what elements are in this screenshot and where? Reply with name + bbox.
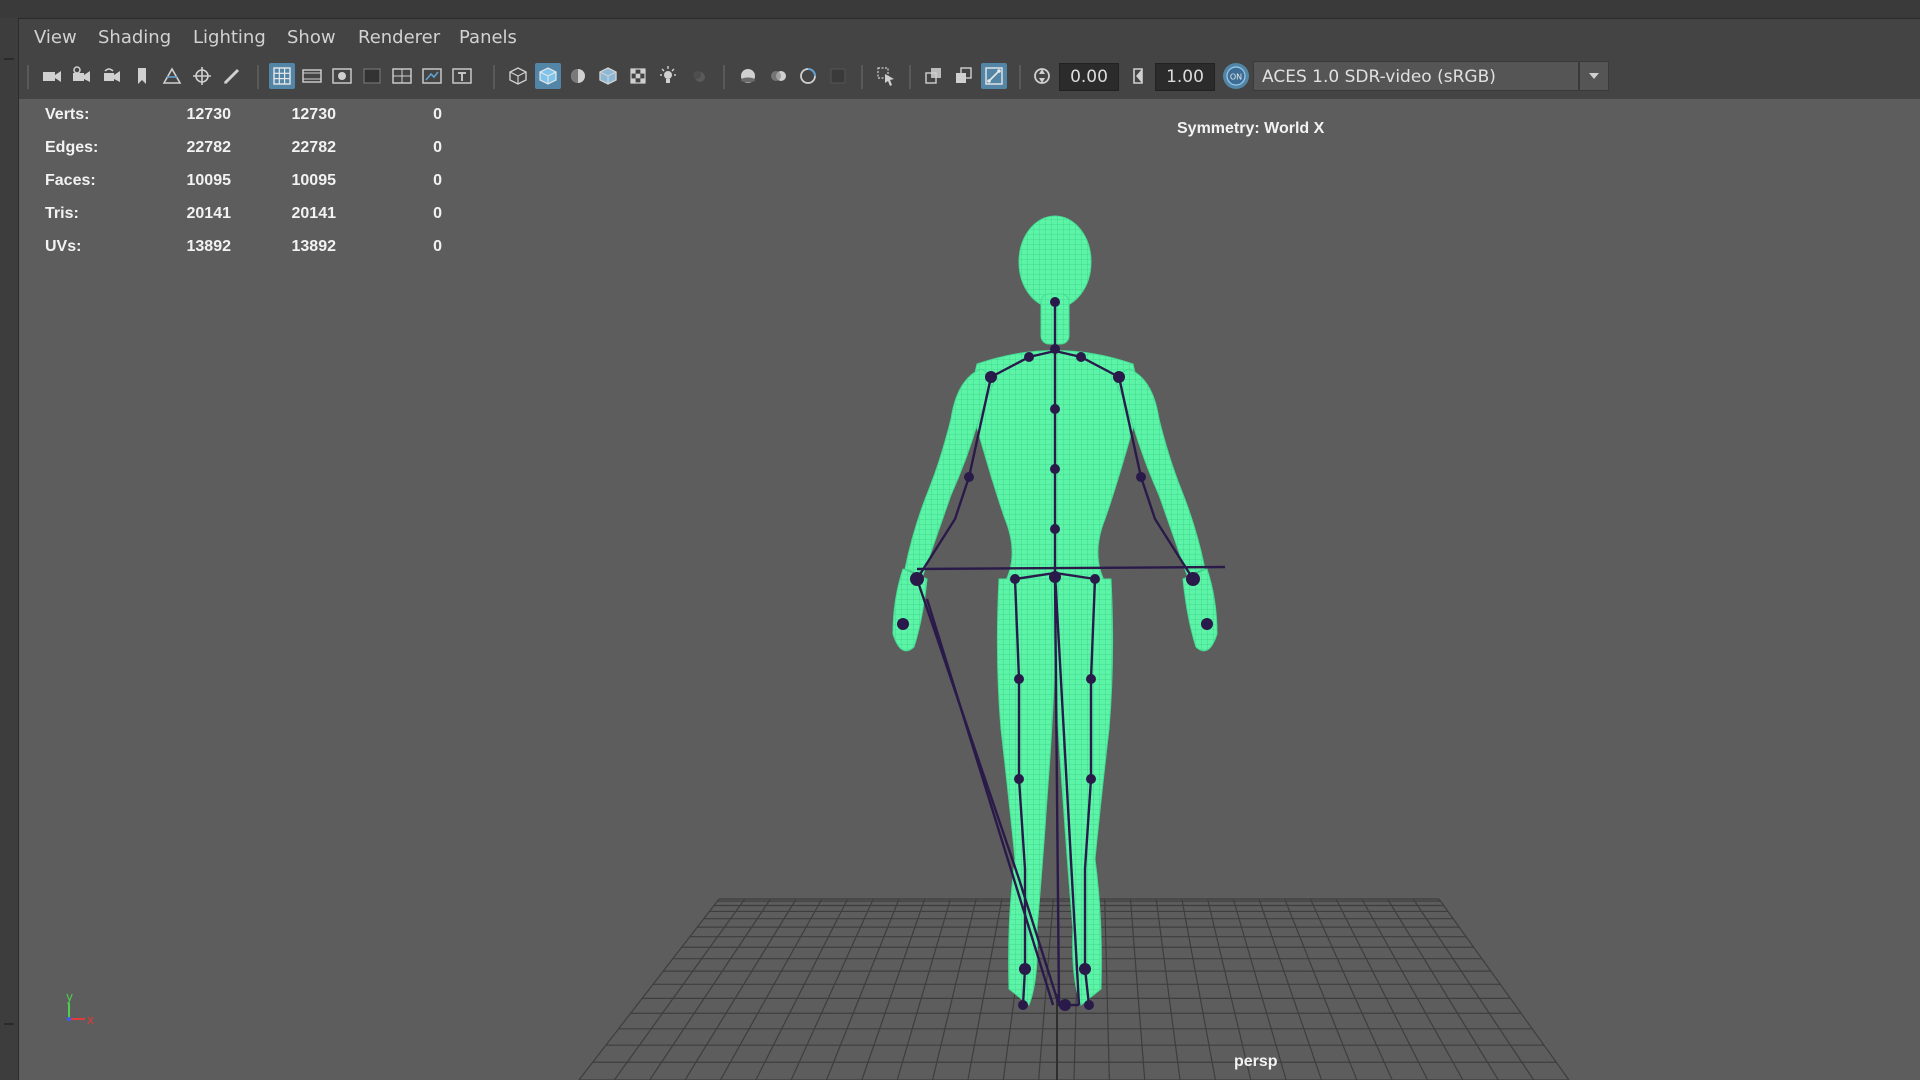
- grease-pencil-icon[interactable]: [219, 63, 245, 89]
- bookmark-icon[interactable]: [129, 63, 155, 89]
- hud-stat-value: 0: [433, 172, 442, 189]
- shadows-icon[interactable]: [685, 63, 711, 89]
- hud-stat-value: 22782: [291, 139, 337, 156]
- hud-stat-label: UVs:: [45, 238, 82, 255]
- 2d-pan-zoom-icon[interactable]: [189, 63, 215, 89]
- image-plane-icon[interactable]: [159, 63, 185, 89]
- resolution-gate-icon[interactable]: [329, 63, 355, 89]
- depth-of-field-icon[interactable]: [825, 63, 851, 89]
- exposure-field[interactable]: 0.00: [1059, 63, 1119, 91]
- hud-stat-label: Edges:: [45, 139, 99, 156]
- film-gate-icon[interactable]: [299, 63, 325, 89]
- safe-title-icon[interactable]: [449, 63, 475, 89]
- camera-bookmark-icon[interactable]: [99, 63, 125, 89]
- dock-handle[interactable]: [4, 58, 14, 60]
- hud-stat-value: 13892: [291, 238, 337, 255]
- textured-icon[interactable]: [625, 63, 651, 89]
- hud-stat-value: 20141: [291, 205, 337, 222]
- chevron-down-icon[interactable]: [1579, 61, 1609, 91]
- toolbar-separator: [27, 65, 29, 89]
- xray-joints-icon[interactable]: [981, 63, 1007, 89]
- view-transform-dropdown[interactable]: ACES 1.0 SDR-video (sRGB): [1253, 61, 1579, 91]
- color-management-icon[interactable]: ON: [1223, 63, 1249, 89]
- hud-stat-value: 10095: [186, 172, 232, 189]
- 3d-viewport[interactable]: y x Verts: 12730 12730 0 Edges: 22782 22782 0 Fa…: [19, 99, 1920, 1080]
- use-all-lights-icon[interactable]: [655, 63, 681, 89]
- toolbar-separator: [1019, 65, 1021, 89]
- xray-active-components-icon[interactable]: [951, 63, 977, 89]
- menu-shading[interactable]: Shading: [98, 27, 171, 48]
- camera-name-label: persp: [1234, 1053, 1278, 1070]
- hud-stat-value: 20141: [186, 205, 232, 222]
- menu-renderer[interactable]: Renderer: [358, 27, 440, 48]
- isolate-select-icon[interactable]: [873, 63, 899, 89]
- toolbar-separator: [493, 65, 495, 89]
- toolbar-separator: [909, 65, 911, 89]
- hud-stat-value: 0: [433, 139, 442, 156]
- exposure-icon[interactable]: [1029, 63, 1055, 89]
- menu-show[interactable]: Show: [287, 27, 336, 48]
- menu-view[interactable]: View: [34, 27, 77, 48]
- viewport-panel: View Shading Lighting Show Renderer Pane…: [19, 19, 1920, 1080]
- anti-aliasing-icon[interactable]: [795, 63, 821, 89]
- gate-mask-icon[interactable]: [359, 63, 385, 89]
- toolbar-separator: [861, 65, 863, 89]
- gamma-icon[interactable]: [1125, 63, 1151, 89]
- screen-space-ao-icon[interactable]: [735, 63, 761, 89]
- gamma-field[interactable]: 1.00: [1155, 63, 1215, 91]
- hud-stat-value: 0: [433, 205, 442, 222]
- xray-icon[interactable]: [921, 63, 947, 89]
- heads-up-display: Verts: 12730 12730 0 Edges: 22782 22782 0 Faces:…: [19, 99, 1920, 1080]
- hud-stat-value: 12730: [291, 106, 337, 123]
- grid-icon[interactable]: [269, 63, 295, 89]
- camera-icon[interactable]: [39, 63, 65, 89]
- safe-action-icon[interactable]: [419, 63, 445, 89]
- smooth-shade-icon[interactable]: [535, 63, 561, 89]
- svg-text:ON: ON: [1230, 73, 1242, 82]
- toolbar-separator: [257, 65, 259, 89]
- hud-stat-label: Faces:: [45, 172, 96, 189]
- motion-blur-icon[interactable]: [765, 63, 791, 89]
- left-dock-strip: [0, 18, 19, 1080]
- hud-stat-value: 13892: [186, 238, 232, 255]
- wireframe-icon[interactable]: [505, 63, 531, 89]
- toolbar-separator: [723, 65, 725, 89]
- menu-lighting[interactable]: Lighting: [193, 27, 266, 48]
- hud-stat-value: 0: [433, 238, 442, 255]
- window-top-strip: [0, 0, 1920, 19]
- hud-stat-value: 22782: [186, 139, 232, 156]
- hud-stat-value: 12730: [186, 106, 232, 123]
- hud-stat-value: 10095: [291, 172, 337, 189]
- panel-toolbar: 0.00 1.00 ON ACES 1.0 SDR-video (sRGB): [19, 55, 1920, 99]
- dock-handle[interactable]: [4, 1023, 14, 1025]
- default-material-icon[interactable]: [565, 63, 591, 89]
- field-chart-icon[interactable]: [389, 63, 415, 89]
- symmetry-label: Symmetry: World X: [1177, 120, 1325, 137]
- menu-panels[interactable]: Panels: [459, 27, 517, 48]
- panel-menu-bar: View Shading Lighting Show Renderer Pane…: [19, 19, 1920, 55]
- wireframe-on-shaded-icon[interactable]: [595, 63, 621, 89]
- hud-stat-value: 0: [433, 106, 442, 123]
- hud-stat-label: Verts:: [45, 106, 90, 123]
- camera-attributes-icon[interactable]: [69, 63, 95, 89]
- hud-stat-label: Tris:: [45, 205, 79, 222]
